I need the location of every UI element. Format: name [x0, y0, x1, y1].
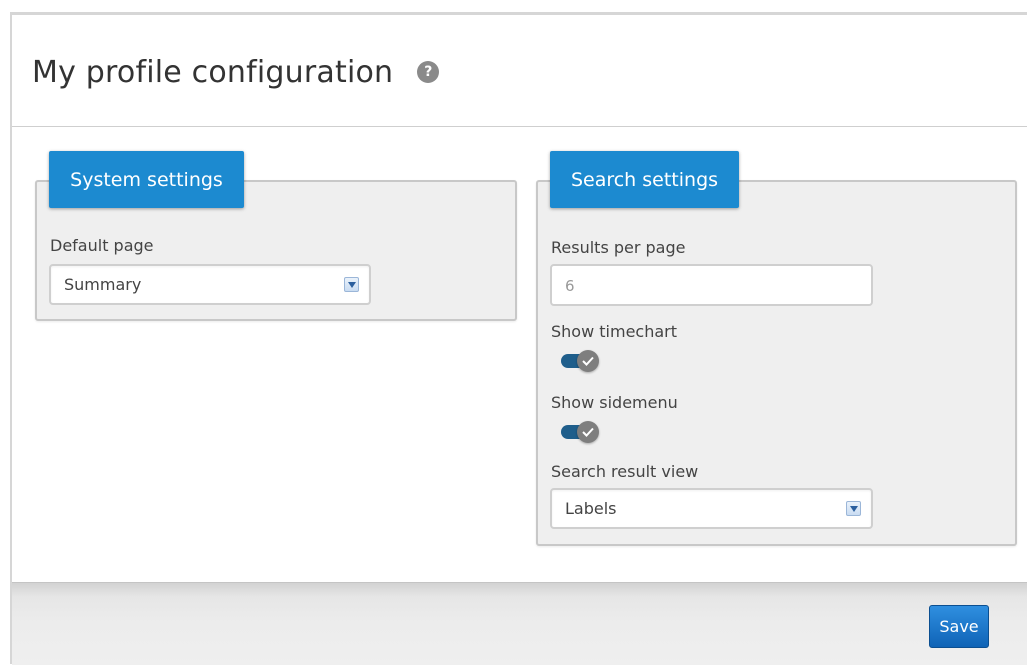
search-result-view-select[interactable]: Labels: [550, 488, 873, 529]
search-result-view-label: Search result view: [551, 462, 699, 481]
default-page-value: Summary: [64, 275, 142, 294]
top-strip: [0, 0, 1027, 12]
show-sidemenu-toggle[interactable]: [557, 421, 599, 443]
header-divider: [12, 126, 1027, 127]
checkmark-icon: [577, 421, 599, 443]
results-per-page-input[interactable]: [563, 276, 857, 296]
results-per-page-field[interactable]: [550, 264, 873, 306]
page-header: My profile configuration ?: [32, 52, 440, 92]
default-page-select[interactable]: Summary: [49, 264, 371, 305]
default-page-label: Default page: [50, 236, 154, 255]
chevron-down-icon[interactable]: [846, 501, 861, 516]
search-settings-legend: Search settings: [550, 151, 739, 208]
checkmark-icon: [577, 350, 599, 372]
chevron-down-icon[interactable]: [344, 277, 359, 292]
show-timechart-label: Show timechart: [551, 322, 677, 341]
save-button[interactable]: Save: [929, 605, 989, 648]
help-icon[interactable]: ?: [417, 61, 440, 83]
results-per-page-label: Results per page: [551, 238, 686, 257]
page-title: My profile configuration: [32, 54, 394, 90]
system-settings-legend: System settings: [49, 151, 244, 208]
search-result-view-value: Labels: [565, 499, 617, 518]
show-timechart-toggle[interactable]: [557, 350, 599, 372]
footer-bar: [12, 582, 1027, 665]
show-sidemenu-label: Show sidemenu: [551, 393, 678, 412]
